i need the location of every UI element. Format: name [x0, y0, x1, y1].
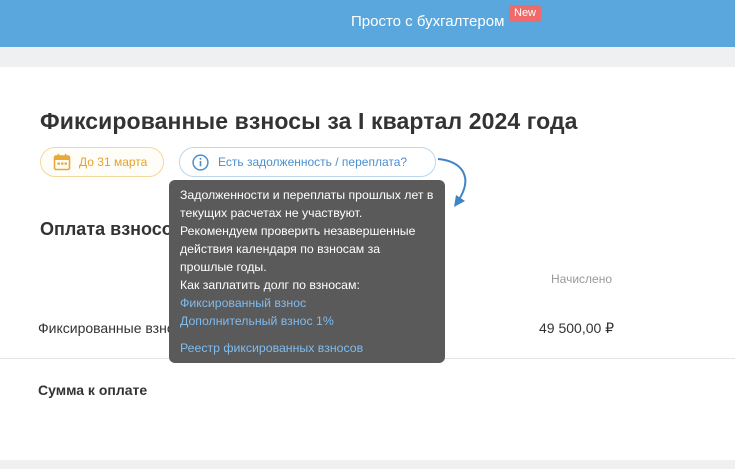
- total-label: Сумма к оплате: [38, 382, 148, 398]
- accountant-link[interactable]: Просто с бухгалтером: [351, 13, 504, 30]
- fixed-contribution-link[interactable]: Фиксированный взнос: [180, 294, 434, 312]
- info-icon: [192, 154, 209, 171]
- debt-overpayment-button[interactable]: Есть задолженность / переплата?: [179, 147, 436, 177]
- deadline-chip: До 31 марта: [40, 147, 164, 177]
- additional-contribution-link[interactable]: Дополнительный взнос 1%: [180, 312, 434, 330]
- section-title: Оплата взносов: [40, 219, 184, 239]
- tooltip-how-to: Как заплатить долг по взносам:: [180, 278, 360, 292]
- new-badge: New: [509, 5, 542, 22]
- deadline-text: До 31 марта: [79, 155, 148, 169]
- debt-overpayment-label: Есть задолженность / переплата?: [218, 155, 408, 169]
- top-bar: Просто с бухгалтером New: [0, 0, 735, 47]
- contribution-row-value: 49 500,00 ₽: [539, 320, 615, 336]
- debt-tooltip: Задолженности и переплаты прошлых лет в …: [169, 180, 445, 363]
- column-header-accrued: Начислено: [551, 272, 613, 286]
- calendar-icon: [53, 153, 71, 171]
- registry-link[interactable]: Реестр фиксированных взносов: [180, 339, 434, 357]
- page-title: Фиксированные взносы за I квартал 2024 г…: [40, 108, 578, 134]
- tooltip-text: Задолженности и переплаты прошлых лет в …: [180, 188, 434, 274]
- tooltip-spacer: [180, 330, 434, 339]
